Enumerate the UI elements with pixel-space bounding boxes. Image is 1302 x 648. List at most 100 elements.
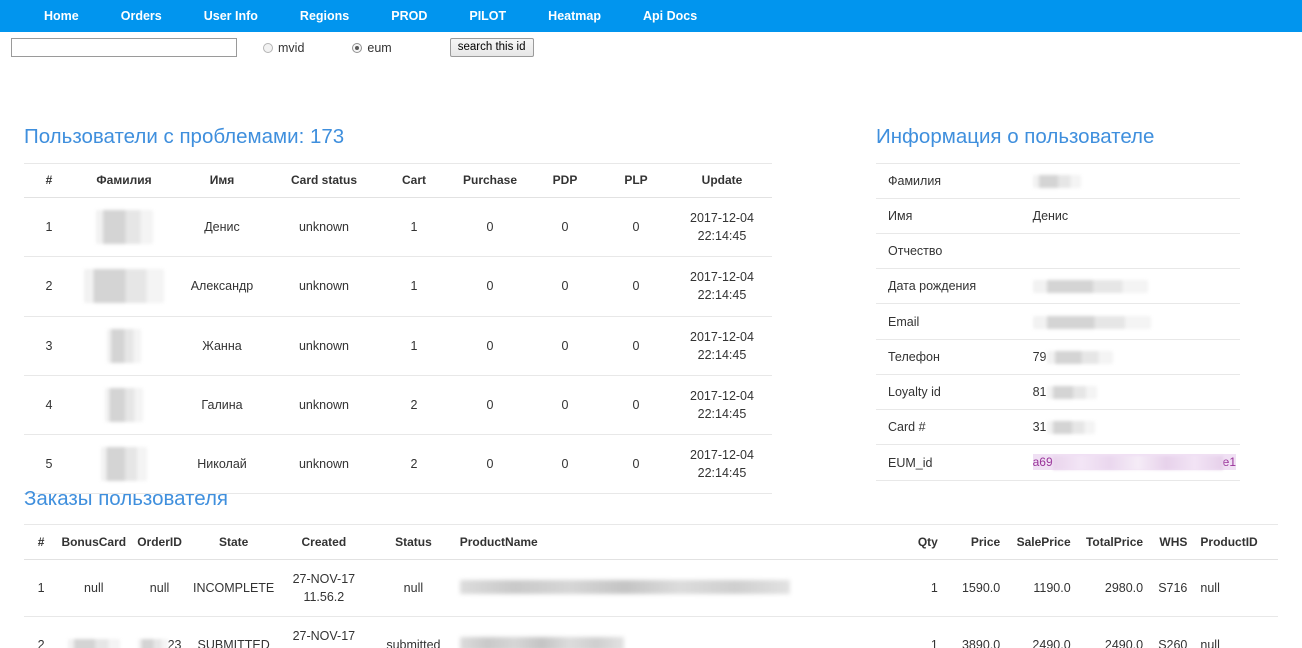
cell-purchase: 0 <box>450 256 530 317</box>
radio-option-mvid[interactable]: mvid <box>263 41 304 55</box>
cell-pdp: 0 <box>530 316 600 376</box>
cell-product-id: null <box>1197 559 1278 618</box>
col-total-price: TotalPrice <box>1080 524 1154 560</box>
cell-name: Галина <box>174 375 270 436</box>
info-label: Телефон <box>876 339 1021 375</box>
nav-item-home[interactable]: Home <box>44 0 79 32</box>
col-surname: Фамилия <box>74 163 174 198</box>
col-status: Status <box>370 524 457 560</box>
redacted-value <box>1046 350 1113 364</box>
col-plp: PLP <box>600 163 672 198</box>
cell-card-status: unknown <box>270 434 378 495</box>
search-this-id-button[interactable]: search this id <box>449 38 534 57</box>
redacted-value <box>105 387 143 422</box>
search-input[interactable] <box>11 38 237 57</box>
search-toolbar: mvid eum search this id <box>0 32 1302 63</box>
table-row[interactable]: 5 Николай unknown 2 0 0 0 2017-12-04 22:… <box>24 434 772 495</box>
table-row[interactable]: 2 23 SUBMITTED 27-NOV-17 09.34.4 submitt… <box>24 616 1278 648</box>
radio-circle-icon[interactable] <box>263 42 273 53</box>
nav-item-prod[interactable]: PROD <box>391 0 427 32</box>
cell-state: SUBMITTED <box>189 616 278 648</box>
cell-index: 2 <box>24 616 59 648</box>
cell-card-status: unknown <box>270 197 378 258</box>
cell-plp: 0 <box>600 375 672 436</box>
table-row[interactable]: 1 null null INCOMPLETE 27-NOV-17 11.56.2… <box>24 559 1278 618</box>
nav-item-orders[interactable]: Orders <box>121 0 162 32</box>
table-row[interactable]: 1 Денис unknown 1 0 0 0 2017-12-04 22:14… <box>24 197 772 258</box>
cell-sale-price: 1190.0 <box>1010 559 1081 618</box>
nav-item-api-docs[interactable]: Api Docs <box>643 0 697 32</box>
cell-index: 1 <box>24 559 59 618</box>
cell-bonus-card-redacted <box>58 616 130 648</box>
table-row[interactable]: 2 Александр unknown 1 0 0 0 2017-12-04 2… <box>24 256 772 317</box>
cell-index: 1 <box>24 197 74 258</box>
redacted-value <box>459 636 624 648</box>
col-cart: Cart <box>378 163 450 198</box>
cell-index: 4 <box>24 375 74 436</box>
radio-option-eum[interactable]: eum <box>352 40 392 55</box>
problem-users-title: Пользователи с проблемами: 173 <box>24 125 345 148</box>
info-label: Отчество <box>876 233 1021 270</box>
redacted-value <box>84 269 164 304</box>
cell-whs: S260 <box>1153 616 1198 648</box>
cell-purchase: 0 <box>450 197 530 258</box>
redacted-value <box>459 579 790 594</box>
cell-plp: 0 <box>600 316 672 376</box>
radio-label-eum: eum <box>367 40 392 55</box>
update-time: 22:14:45 <box>697 406 747 421</box>
col-whs: WHS <box>1153 524 1198 560</box>
nav-item-user-info[interactable]: User Info <box>204 0 258 32</box>
redacted-value <box>1052 456 1223 471</box>
col-pdp: PDP <box>530 163 600 198</box>
nav-item-heatmap[interactable]: Heatmap <box>548 0 601 32</box>
eum-id-value[interactable]: a69 e1 <box>1032 454 1236 471</box>
info-value-partial: 31 <box>1020 409 1240 446</box>
col-product-id: ProductID <box>1197 524 1278 560</box>
cell-update: 2017-12-04 22:14:45 <box>672 434 772 495</box>
update-date: 2017-12-04 <box>690 388 754 403</box>
cell-qty: 1 <box>893 616 948 648</box>
info-row-patronymic: Отчество <box>876 233 1240 270</box>
info-row-phone: Телефон 79 <box>876 339 1240 375</box>
cell-surname-redacted <box>74 256 174 317</box>
col-state: State <box>189 524 278 560</box>
cell-update: 2017-12-04 22:14:45 <box>672 197 772 258</box>
info-value-eum[interactable]: a69 e1 <box>1020 444 1240 482</box>
cell-surname-redacted <box>74 197 174 258</box>
nav-item-regions[interactable]: Regions <box>300 0 349 32</box>
cell-index: 3 <box>24 316 74 376</box>
cell-cart: 2 <box>378 434 450 495</box>
cell-qty: 1 <box>893 559 948 618</box>
table-row[interactable]: 4 Галина unknown 2 0 0 0 2017-12-04 22:1… <box>24 375 772 436</box>
cell-name: Александр <box>174 256 270 317</box>
cell-pdp: 0 <box>530 375 600 436</box>
update-date: 2017-12-04 <box>690 211 754 225</box>
cell-product-id: null <box>1197 616 1278 648</box>
radio-circle-selected-icon[interactable] <box>352 42 363 53</box>
redacted-value <box>1032 175 1081 189</box>
created-date: 27-NOV-17 <box>292 629 356 644</box>
cell-price: 3890.0 <box>947 616 1011 648</box>
eum-suffix: e1 <box>1222 455 1236 470</box>
update-time: 22:14:45 <box>697 466 747 481</box>
cell-plp: 0 <box>600 256 672 317</box>
nav-item-pilot[interactable]: PILOT <box>469 0 506 32</box>
cell-created: 27-NOV-17 09.34.4 <box>277 616 371 648</box>
cell-price: 1590.0 <box>947 559 1011 618</box>
info-row-firstname: Имя Денис <box>876 198 1240 235</box>
user-info-panel: Информация о пользователе Фамилия Имя Де… <box>876 125 1240 482</box>
col-index: # <box>24 163 74 198</box>
redacted-value <box>1032 280 1148 294</box>
info-row-surname: Фамилия <box>876 162 1240 200</box>
user-info-table: Фамилия Имя Денис Отчество Дата рождения… <box>876 162 1240 482</box>
update-time: 22:14:45 <box>697 229 747 244</box>
cell-cart: 1 <box>378 197 450 258</box>
cell-total-price: 2490.0 <box>1080 616 1154 648</box>
info-label: Email <box>876 303 1021 340</box>
cell-card-status: unknown <box>270 316 378 376</box>
col-qty: Qty <box>893 524 948 560</box>
info-label: Имя <box>876 198 1021 235</box>
table-row[interactable]: 3 Жанна unknown 1 0 0 0 2017-12-04 22:14… <box>24 316 772 376</box>
cell-surname-redacted <box>74 375 174 436</box>
radio-label-mvid: mvid <box>278 40 305 55</box>
